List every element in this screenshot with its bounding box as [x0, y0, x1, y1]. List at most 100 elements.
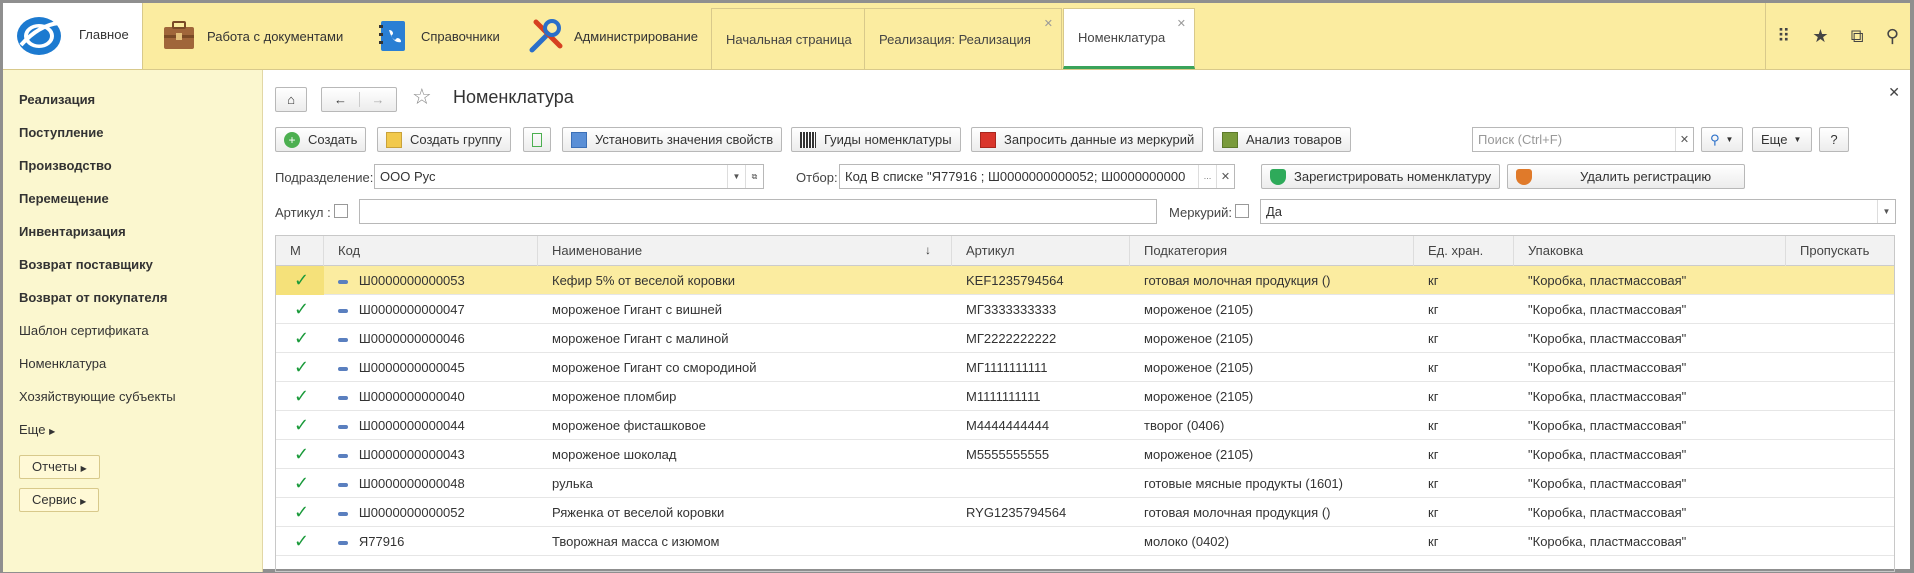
- apps-grid-icon[interactable]: ⠿: [1777, 26, 1790, 47]
- sidebar-item-transfer[interactable]: Перемещение: [3, 189, 262, 222]
- checkmark-icon: ✓: [294, 386, 310, 406]
- unregister-button[interactable]: Удалить регистрацию: [1507, 164, 1745, 189]
- table-row[interactable]: ✓ Ш0000000000048 рулька готовые мясные про…: [276, 469, 1894, 498]
- table-row[interactable]: ✓ Ш0000000000043 мороженое шоколад М555555…: [276, 440, 1894, 469]
- table-cell: ✓: [276, 498, 324, 527]
- selection-field[interactable]: Код В списке "Я77916 ; Ш0000000000052; Ш…: [839, 164, 1235, 189]
- create-group-button[interactable]: Создать группу: [377, 127, 511, 152]
- article-field[interactable]: [359, 199, 1157, 224]
- division-field[interactable]: ООО Рус ▼ ⧉: [374, 164, 764, 189]
- table-row[interactable]: ✓ Ш0000000000044 мороженое фисташковое М44…: [276, 411, 1894, 440]
- column-header[interactable]: Наименование: [538, 236, 952, 266]
- home-button[interactable]: ⌂: [275, 87, 307, 112]
- cell-unit: кг: [1428, 389, 1439, 404]
- home-section[interactable]: Главное: [3, 3, 143, 69]
- forward-arrow-icon[interactable]: →: [359, 92, 396, 107]
- clear-search-icon[interactable]: ✕: [1675, 128, 1693, 151]
- tab-sales[interactable]: Реализация: Реализация ✕: [864, 8, 1062, 69]
- sidebar-item-business-entities[interactable]: Хозяйствующие субъекты: [3, 387, 262, 420]
- phonebook-icon: [379, 21, 405, 51]
- reports-label: Отчеты: [32, 459, 77, 474]
- chevron-down-icon[interactable]: ▼: [727, 165, 745, 188]
- service-button[interactable]: Сервис ▶: [19, 488, 100, 512]
- column-header[interactable]: Упаковка: [1514, 236, 1786, 266]
- favorite-star-icon[interactable]: ☆: [412, 84, 432, 110]
- tab-home-page[interactable]: Начальная страница: [711, 8, 865, 69]
- sidebar-more[interactable]: Еще ▶: [3, 420, 262, 453]
- column-header[interactable]: Пропускать: [1786, 236, 1894, 266]
- mercury-checkbox[interactable]: [1235, 204, 1249, 218]
- table-row[interactable]: ✓ Ш0000000000052 Ряженка от веселой коров…: [276, 498, 1894, 527]
- section-documents[interactable]: Работа с документами: [161, 3, 343, 69]
- open-icon[interactable]: ⧉: [745, 165, 763, 188]
- sidebar-item-return-from-customer[interactable]: Возврат от покупателя: [3, 288, 262, 321]
- request-mercury-button[interactable]: Запросить данные из меркурий: [971, 127, 1204, 152]
- table-cell: ✓: [276, 353, 324, 382]
- table-cell: [1786, 353, 1894, 382]
- close-tab-icon[interactable]: ✕: [1177, 17, 1186, 30]
- column-header[interactable]: Артикул: [952, 236, 1130, 266]
- home-label: Главное: [79, 27, 129, 42]
- sidebar-item-nomenclature[interactable]: Номенклатура: [3, 354, 262, 387]
- more-button[interactable]: Еще ▼: [1752, 127, 1812, 152]
- plus-circle-icon: +: [284, 131, 300, 148]
- table-row[interactable]: ✓ Ш0000000000053 Кефир 5% от веселой коро…: [276, 266, 1894, 295]
- cell-article: [952, 469, 1130, 498]
- sidebar-item-return-to-supplier[interactable]: Возврат поставщику: [3, 255, 262, 288]
- triangle-right-icon: ▶: [80, 497, 87, 506]
- help-button[interactable]: ?: [1819, 127, 1849, 152]
- column-header[interactable]: М: [276, 236, 324, 266]
- ellipsis-icon[interactable]: …: [1198, 165, 1216, 188]
- table-row[interactable]: ✓ Я77916 Творожная масса с изюмом молоко (…: [276, 527, 1894, 556]
- search-icon[interactable]: ⚲: [1886, 26, 1899, 47]
- search-placeholder: Поиск (Ctrl+F): [1478, 132, 1563, 147]
- cell-code: Ш0000000000040: [358, 389, 465, 404]
- table-cell: Ш0000000000045: [324, 353, 538, 382]
- table-row[interactable]: ✓ Ш0000000000040 мороженое пломбир М111111…: [276, 382, 1894, 411]
- reports-button[interactable]: Отчеты ▶: [19, 455, 100, 479]
- guids-button[interactable]: Гуиды номенклатуры: [791, 127, 961, 152]
- mercury-field[interactable]: Да ▼: [1260, 199, 1896, 224]
- clear-selection-icon[interactable]: ✕: [1216, 165, 1234, 188]
- cell-article: RYG1235794564: [966, 505, 1067, 520]
- table-row[interactable]: ✓ Ш0000000000045 мороженое Гигант со смор…: [276, 353, 1894, 382]
- close-tab-icon[interactable]: ✕: [1044, 17, 1053, 30]
- chevron-down-icon[interactable]: ▼: [1877, 200, 1895, 223]
- back-arrow-icon[interactable]: ←: [322, 92, 359, 107]
- sidebar-item-inventory[interactable]: Инвентаризация: [3, 222, 262, 255]
- sort-arrow-icon: ↓: [925, 243, 931, 257]
- register-button[interactable]: Зарегистрировать номенклатуру: [1261, 164, 1501, 189]
- sidebar-item-production[interactable]: Производство: [3, 156, 262, 189]
- table-row[interactable]: ✓ Ш0000000000047 мороженое Гигант с вишне…: [276, 295, 1894, 324]
- copy-button[interactable]: [523, 127, 551, 152]
- cell-unit: кг: [1428, 447, 1439, 462]
- favorites-star-icon[interactable]: ★: [1812, 26, 1828, 47]
- cell-subcategory: мороженое (2105): [1144, 360, 1254, 375]
- cell-name: Кефир 5% от веселой коровки: [552, 273, 736, 288]
- set-properties-button[interactable]: Установить значения свойств: [562, 127, 783, 152]
- create-button[interactable]: + Создать: [275, 127, 367, 152]
- section-reference[interactable]: Справочники: [375, 3, 500, 69]
- section-admin[interactable]: Администрирование: [528, 3, 698, 69]
- column-header[interactable]: Ед. хран.: [1414, 236, 1514, 266]
- article-checkbox[interactable]: [334, 204, 348, 218]
- sidebar-item-receipts[interactable]: Поступление: [3, 123, 262, 156]
- search-button[interactable]: ⚲ ▼: [1701, 127, 1743, 152]
- table-cell: [1786, 295, 1894, 324]
- analysis-button[interactable]: Анализ товаров: [1213, 127, 1351, 152]
- mercury-label: Меркурий:: [1169, 205, 1232, 220]
- table-cell: [1786, 498, 1894, 527]
- column-header[interactable]: Код: [324, 236, 538, 266]
- tab-nomenclature[interactable]: Номенклатура ✕: [1063, 8, 1195, 69]
- cell-code: Ш0000000000048: [358, 476, 465, 491]
- briefcase-icon: [164, 21, 194, 49]
- cell-unit: кг: [1428, 302, 1439, 317]
- sidebar-item-certificate-template[interactable]: Шаблон сертификата: [3, 321, 262, 354]
- column-header[interactable]: Подкатегория: [1130, 236, 1414, 266]
- item-icon: [338, 337, 348, 342]
- sidebar-item-sales[interactable]: Реализация: [3, 90, 262, 123]
- close-form-icon[interactable]: ✕: [1888, 84, 1900, 101]
- search-input[interactable]: Поиск (Ctrl+F) ✕: [1472, 127, 1694, 152]
- history-icon[interactable]: ⧉: [1851, 26, 1864, 47]
- table-row[interactable]: ✓ Ш0000000000046 мороженое Гигант с малин…: [276, 324, 1894, 353]
